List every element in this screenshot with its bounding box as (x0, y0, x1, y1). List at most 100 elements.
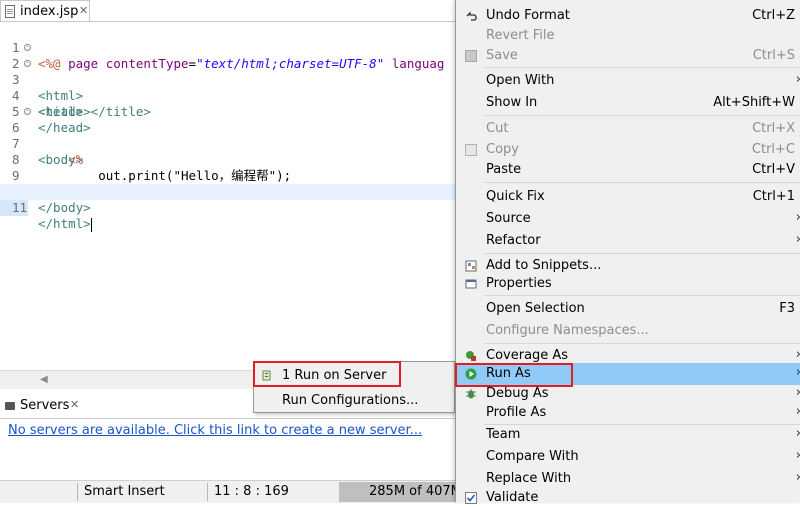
menu-item-label: Source (486, 211, 531, 226)
menu-item-open-selection[interactable]: Open Selection F3 (456, 298, 800, 320)
menu-item-validate[interactable]: Validate (456, 487, 800, 509)
submenu-arrow-icon: › (796, 385, 800, 400)
servers-icon (5, 402, 15, 410)
menu-item-label: Refactor (486, 233, 541, 248)
submenu-arrow-icon: › (796, 210, 800, 225)
submenu-arrow-icon: › (796, 365, 800, 380)
heap-status[interactable]: 285M of 407M (339, 482, 462, 502)
editor-tab-label: index.jsp (20, 4, 79, 19)
status-separator (77, 483, 78, 501)
menu-item-accelerator: Ctrl+V (752, 162, 795, 177)
menu-item-undo-format[interactable]: Undo Format Ctrl+Z (456, 5, 800, 27)
menu-separator (484, 182, 800, 183)
fold-toggle-icon[interactable]: - (24, 44, 31, 51)
code-line-4: 4 <title></title> (0, 72, 456, 119)
menu-separator (484, 295, 800, 296)
menu-item-label: Add to Snippets... (486, 258, 602, 273)
menu-item-accelerator: Ctrl+S (752, 48, 795, 63)
menu-item-profile-as[interactable]: Profile As › (456, 402, 800, 424)
context-menu: Undo Format Ctrl+Z Revert File Save Ctrl… (455, 0, 800, 505)
code-editor[interactable]: 1 <%@ page contentType="text/html;charse… (0, 22, 456, 370)
menu-item-label: Save (486, 48, 518, 63)
code-line-6: 6 - <body> (0, 104, 456, 168)
menu-separator (484, 115, 800, 116)
menu-item-label: Open Selection (486, 301, 585, 316)
code-line-5: 5 </head> (0, 88, 456, 135)
fold-toggle-icon[interactable]: - (24, 108, 31, 115)
save-icon (465, 50, 477, 62)
menu-item-quick-fix[interactable]: Quick Fix Ctrl+1 (456, 186, 800, 208)
servers-divider (0, 418, 456, 419)
menu-separator (484, 343, 800, 344)
menu-item-revert-file[interactable]: Revert File (456, 25, 800, 47)
fold-toggle-icon[interactable]: - (24, 60, 31, 67)
close-icon[interactable]: ✕ (70, 398, 79, 411)
code-line-8: 8 out.print("Hello，编程帮"); (0, 136, 456, 183)
insert-mode: Smart Insert (84, 484, 165, 499)
code-line-11-current: 11 </html> (0, 184, 456, 232)
menu-item-label: Open With (486, 73, 555, 88)
submenu-arrow-icon: › (796, 448, 800, 463)
menu-item-accelerator: Ctrl+1 (752, 189, 795, 204)
close-icon[interactable]: ✕ (79, 4, 88, 17)
servers-tab-label: Servers (20, 398, 70, 413)
menu-item-team[interactable]: Team › (456, 424, 800, 446)
heap-status-text: 285M of 407M (369, 484, 462, 499)
menu-item-label: Compare With (486, 449, 579, 464)
submenu-arrow-icon: › (796, 232, 800, 247)
servers-view-tab[interactable]: Servers ✕ (0, 395, 90, 417)
line-number: 11 (0, 200, 28, 216)
submenu-arrow-icon: › (796, 347, 800, 362)
annotation-highlight-box (455, 363, 573, 387)
code-text: </body> (38, 200, 91, 215)
menu-item-label: Quick Fix (486, 189, 545, 204)
code-line-9: 9 %> (0, 152, 456, 199)
status-separator (207, 483, 208, 501)
menu-item-accelerator: Ctrl+X (752, 121, 795, 136)
menu-item-cut[interactable]: Cut Ctrl+X (456, 118, 800, 140)
submenu-arrow-icon: › (796, 404, 800, 419)
menu-item-label: Run Configurations... (282, 393, 419, 408)
code-line-7: 7 <% (0, 120, 456, 167)
menu-item-show-in[interactable]: Show In Alt+Shift+W (456, 92, 800, 114)
menu-item-compare-with[interactable]: Compare With › (456, 446, 800, 468)
menu-item-accelerator: Alt+Shift+W (713, 95, 795, 110)
copy-icon (465, 144, 477, 156)
submenu-arrow-icon: › (796, 470, 800, 485)
menu-item-accelerator: Ctrl+C (751, 142, 795, 157)
status-bar: Smart Insert 11 : 8 : 169 285M of 407M (0, 480, 462, 503)
menu-item-label: Paste (486, 162, 522, 177)
menu-item-label: Undo Format (486, 8, 570, 23)
annotation-highlight-box (253, 361, 401, 387)
cursor-position: 11 : 8 : 169 (214, 484, 289, 499)
menu-item-paste[interactable]: Paste Ctrl+V (456, 159, 800, 181)
menu-item-label: Copy (486, 142, 519, 157)
jsp-file-icon (5, 5, 15, 18)
text-caret (90, 217, 92, 232)
menu-item-save[interactable]: Save Ctrl+S (456, 45, 800, 67)
debug-icon (466, 389, 476, 399)
run-configurations-item[interactable]: Run Configurations... (254, 388, 454, 412)
menu-item-source[interactable]: Source › (456, 208, 800, 230)
menu-item-configure-namespaces[interactable]: Configure Namespaces... (456, 320, 800, 342)
editor-tab-index-jsp[interactable]: index.jsp ✕ (0, 0, 90, 22)
menu-item-label: Revert File (486, 28, 555, 43)
properties-icon (465, 279, 477, 289)
menu-separator (484, 253, 800, 254)
coverage-icon (466, 351, 476, 361)
menu-item-label: Show In (486, 95, 538, 110)
menu-item-refactor[interactable]: Refactor › (456, 230, 800, 252)
menu-item-copy[interactable]: Copy Ctrl+C (456, 139, 800, 161)
menu-item-properties[interactable]: Properties (456, 273, 800, 295)
code-line-2: 2 - <html> (0, 40, 456, 104)
menu-item-accelerator: Ctrl+Z (752, 8, 795, 23)
menu-item-label: Configure Namespaces... (486, 323, 649, 338)
menu-separator (484, 67, 800, 68)
menu-item-label: Properties (486, 276, 552, 291)
menu-item-open-with[interactable]: Open With › (456, 70, 800, 92)
scroll-left-icon[interactable]: ◀ (40, 374, 48, 385)
create-server-link[interactable]: No servers are available. Click this lin… (8, 423, 422, 438)
menu-item-label: Replace With (486, 471, 572, 486)
code-text: </html> (38, 216, 92, 232)
code-line-10: 10 </body> (0, 168, 456, 215)
